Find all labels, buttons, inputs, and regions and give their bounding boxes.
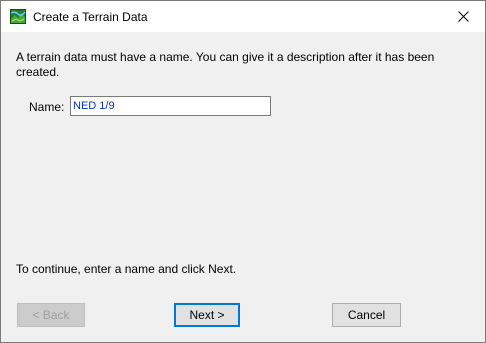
dialog-body: A terrain data must have a name. You can… bbox=[1, 32, 485, 342]
terrain-map-icon bbox=[10, 9, 26, 24]
close-button[interactable] bbox=[441, 1, 485, 32]
next-button[interactable]: Next > bbox=[174, 303, 240, 327]
title-bar: Create a Terrain Data bbox=[1, 1, 485, 32]
back-button[interactable]: < Back bbox=[17, 303, 85, 327]
cancel-button[interactable]: Cancel bbox=[332, 303, 401, 327]
hint-text: To continue, enter a name and click Next… bbox=[16, 262, 237, 276]
name-field[interactable] bbox=[70, 96, 271, 116]
create-terrain-dialog: Create a Terrain Data A terrain data mus… bbox=[0, 0, 486, 343]
window-title: Create a Terrain Data bbox=[33, 10, 148, 24]
instructions-text: A terrain data must have a name. You can… bbox=[16, 50, 435, 79]
close-icon bbox=[457, 11, 469, 22]
name-label: Name: bbox=[29, 100, 65, 114]
